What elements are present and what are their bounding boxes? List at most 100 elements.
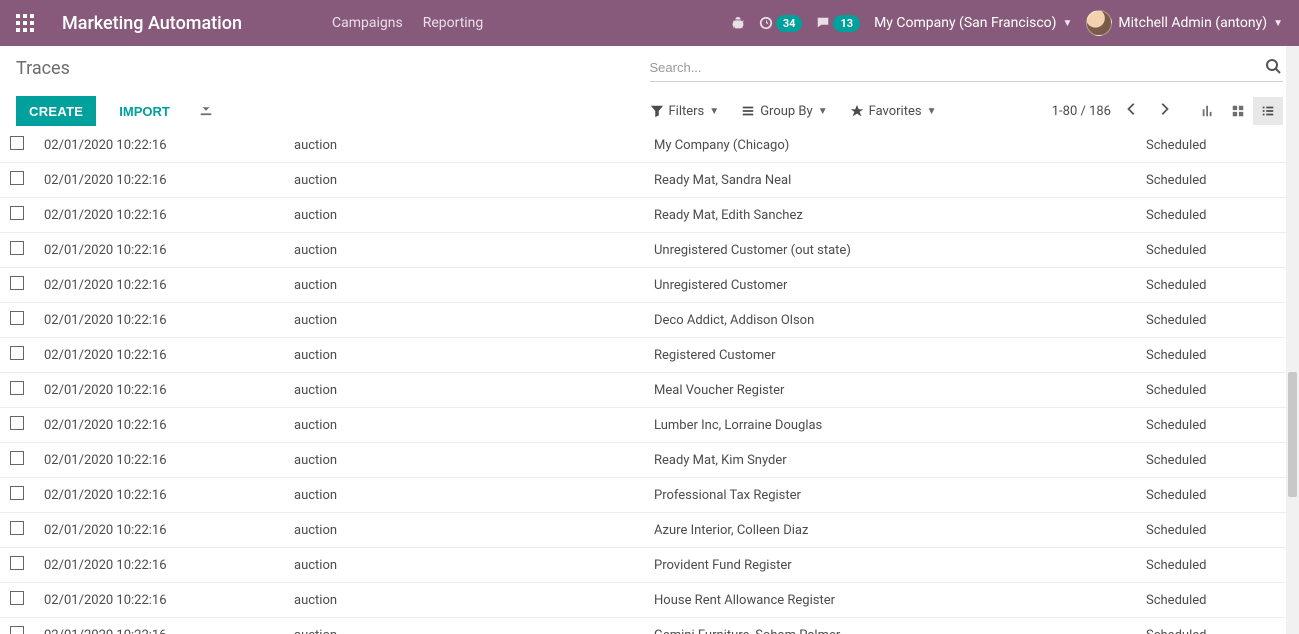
cell-document: Ready Mat, Edith Sanchez — [654, 198, 1146, 233]
cell-status: Scheduled — [1146, 338, 1286, 373]
table-row[interactable]: 02/01/2020 10:22:16auctionMeal Voucher R… — [0, 373, 1286, 408]
caret-down-icon: ▼ — [709, 106, 719, 117]
caret-down-icon: ▼ — [818, 106, 828, 117]
filters-label: Filters — [669, 104, 705, 119]
chevron-left-icon — [1125, 102, 1139, 116]
cell-status: Scheduled — [1146, 513, 1286, 548]
user-menu[interactable]: Mitchell Admin (antony) ▼ — [1086, 10, 1283, 36]
table-row[interactable]: 02/01/2020 10:22:16auctionProvident Fund… — [0, 548, 1286, 583]
pager-next[interactable] — [1153, 98, 1175, 124]
cell-status: Scheduled — [1146, 583, 1286, 618]
cell-activity: auction — [294, 303, 654, 338]
cell-date: 02/01/2020 10:22:16 — [44, 163, 294, 198]
activities-badge: 34 — [776, 15, 803, 32]
messages-badge: 13 — [833, 15, 860, 32]
avatar — [1086, 10, 1112, 36]
activities-button[interactable]: 34 — [759, 15, 803, 32]
window-scrollbar[interactable] — [1286, 46, 1299, 634]
cell-status: Scheduled — [1146, 303, 1286, 338]
filters-menu[interactable]: Filters ▼ — [650, 104, 720, 119]
groupby-menu[interactable]: Group By ▼ — [741, 104, 827, 119]
search-input[interactable] — [650, 56, 1264, 79]
table-row[interactable]: 02/01/2020 10:22:16auctionLumber Inc, Lo… — [0, 408, 1286, 443]
user-name: Mitchell Admin (antony) — [1118, 15, 1267, 31]
bug-icon[interactable] — [731, 16, 745, 30]
row-checkbox[interactable] — [10, 381, 24, 395]
cell-date: 02/01/2020 10:22:16 — [44, 583, 294, 618]
list-icon — [1261, 104, 1275, 118]
row-checkbox[interactable] — [10, 346, 24, 360]
download-icon[interactable] — [199, 102, 213, 120]
groupby-label: Group By — [760, 104, 813, 119]
table-row[interactable]: 02/01/2020 10:22:16auctionRegistered Cus… — [0, 338, 1286, 373]
row-checkbox[interactable] — [10, 311, 24, 325]
pager-text[interactable]: 1-80 / 186 — [1052, 104, 1111, 119]
row-checkbox[interactable] — [10, 556, 24, 570]
cell-status: Scheduled — [1146, 478, 1286, 513]
row-checkbox[interactable] — [10, 486, 24, 500]
cell-date: 02/01/2020 10:22:16 — [44, 408, 294, 443]
grid-icon — [1231, 104, 1245, 118]
row-checkbox[interactable] — [10, 416, 24, 430]
table-row[interactable]: 02/01/2020 10:22:16auctionUnregistered C… — [0, 268, 1286, 303]
pager-prev[interactable] — [1121, 98, 1143, 124]
cell-activity: auction — [294, 408, 654, 443]
cell-date: 02/01/2020 10:22:16 — [44, 618, 294, 634]
row-checkbox[interactable] — [10, 451, 24, 465]
cell-date: 02/01/2020 10:22:16 — [44, 303, 294, 338]
app-title[interactable]: Marketing Automation — [62, 13, 242, 34]
row-checkbox[interactable] — [10, 591, 24, 605]
cell-document: Deco Addict, Addison Olson — [654, 303, 1146, 338]
row-checkbox[interactable] — [10, 626, 24, 634]
cell-status: Scheduled — [1146, 128, 1286, 163]
caret-down-icon: ▼ — [1273, 18, 1283, 29]
table-row[interactable]: 02/01/2020 10:22:16auctionReady Mat, Kim… — [0, 443, 1286, 478]
view-kanban[interactable] — [1223, 97, 1253, 125]
row-checkbox[interactable] — [10, 276, 24, 290]
table-row[interactable]: 02/01/2020 10:22:16auctionReady Mat, San… — [0, 163, 1286, 198]
row-checkbox[interactable] — [10, 171, 24, 185]
row-checkbox[interactable] — [10, 521, 24, 535]
table-row[interactable]: 02/01/2020 10:22:16auctionAzure Interior… — [0, 513, 1286, 548]
cell-activity: auction — [294, 233, 654, 268]
view-list[interactable] — [1253, 97, 1283, 125]
cell-document: Ready Mat, Kim Snyder — [654, 443, 1146, 478]
cell-document: Lumber Inc, Lorraine Douglas — [654, 408, 1146, 443]
company-name: My Company (San Francisco) — [874, 15, 1056, 31]
search-icon[interactable] — [1263, 58, 1283, 78]
favorites-menu[interactable]: Favorites ▼ — [850, 104, 937, 119]
caret-down-icon: ▼ — [927, 106, 937, 117]
view-graph[interactable] — [1193, 97, 1223, 125]
table-row[interactable]: 02/01/2020 10:22:16auctionProfessional T… — [0, 478, 1286, 513]
nav-link-campaigns[interactable]: Campaigns — [332, 15, 403, 31]
table-row[interactable]: 02/01/2020 10:22:16auctionDeco Addict, A… — [0, 303, 1286, 338]
messages-button[interactable]: 13 — [816, 15, 860, 32]
caret-down-icon: ▼ — [1063, 18, 1073, 29]
table-row[interactable]: 02/01/2020 10:22:16auctionReady Mat, Edi… — [0, 198, 1286, 233]
create-button[interactable]: CREATE — [16, 96, 96, 126]
cell-document: Provident Fund Register — [654, 548, 1146, 583]
cell-document: Azure Interior, Colleen Diaz — [654, 513, 1146, 548]
apps-icon[interactable] — [16, 14, 34, 32]
cell-document: Meal Voucher Register — [654, 373, 1146, 408]
nav-link-reporting[interactable]: Reporting — [423, 15, 484, 31]
scrollbar-thumb[interactable] — [1288, 372, 1297, 497]
row-checkbox[interactable] — [10, 206, 24, 220]
favorites-label: Favorites — [869, 104, 922, 119]
row-checkbox[interactable] — [10, 241, 24, 255]
table-row[interactable]: 02/01/2020 10:22:16auctionUnregistered C… — [0, 233, 1286, 268]
search-bar[interactable] — [650, 54, 1284, 82]
cell-activity: auction — [294, 583, 654, 618]
table-row[interactable]: 02/01/2020 10:22:16auctionHouse Rent All… — [0, 583, 1286, 618]
cell-date: 02/01/2020 10:22:16 — [44, 513, 294, 548]
view-switcher — [1193, 97, 1283, 125]
cell-date: 02/01/2020 10:22:16 — [44, 198, 294, 233]
import-button[interactable]: IMPORT — [106, 96, 183, 126]
cell-activity: auction — [294, 443, 654, 478]
company-selector[interactable]: My Company (San Francisco) ▼ — [874, 15, 1072, 31]
cell-activity: auction — [294, 128, 654, 163]
table-row[interactable]: 02/01/2020 10:22:16auctionMy Company (Ch… — [0, 128, 1286, 163]
row-checkbox[interactable] — [10, 136, 24, 150]
table-row[interactable]: 02/01/2020 10:22:16auctionGemini Furnitu… — [0, 618, 1286, 634]
cell-activity: auction — [294, 513, 654, 548]
